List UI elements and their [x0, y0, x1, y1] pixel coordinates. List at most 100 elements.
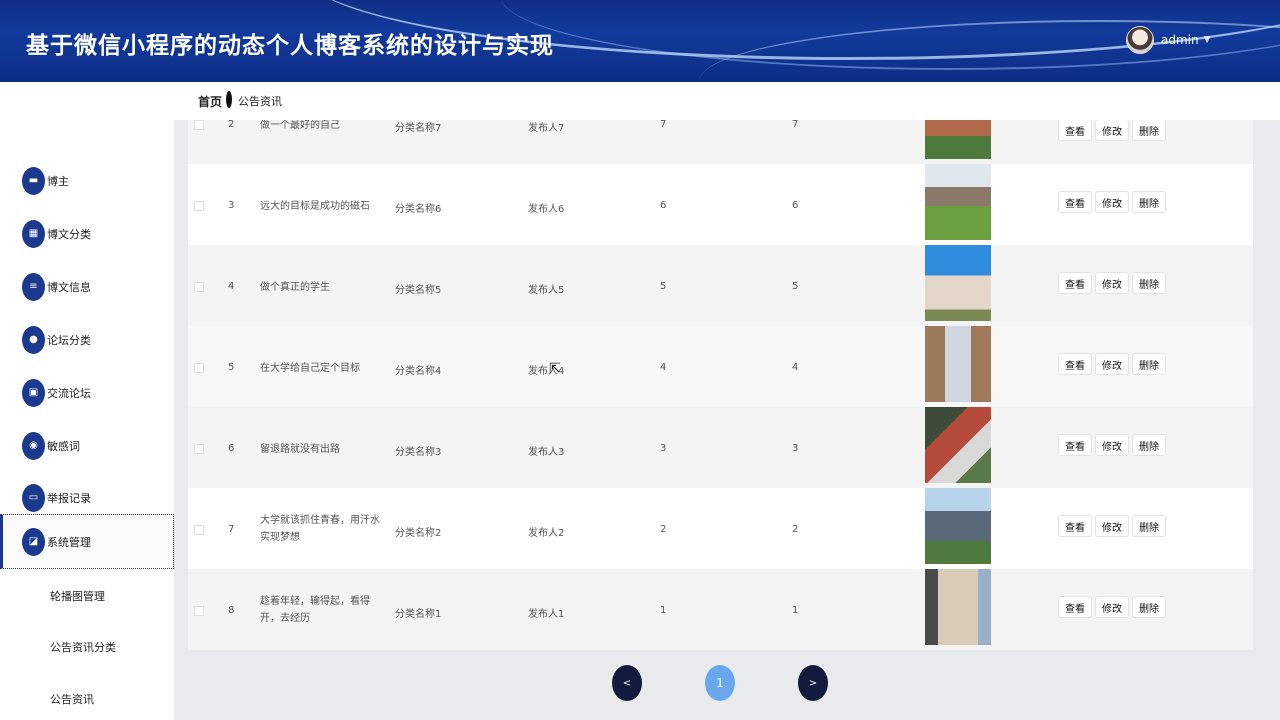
sidebar-item-label: 系统管理 [47, 535, 91, 549]
edit-button[interactable]: 修改 [1095, 272, 1129, 294]
sidebar-item-system-management[interactable]: ◪ 系统管理 [0, 514, 174, 569]
sidebar-item-blog-info[interactable]: ≡ 博文信息 [0, 260, 174, 313]
user-menu[interactable]: admin ▼ [1126, 26, 1211, 54]
bulb-icon: ● [22, 325, 45, 354]
row-value: 4 [660, 362, 667, 373]
view-button[interactable]: 查看 [1058, 596, 1092, 618]
row-checkbox[interactable] [194, 120, 204, 130]
delete-button[interactable]: 删除 [1132, 191, 1166, 213]
view-button[interactable]: 查看 [1058, 191, 1092, 213]
delete-button[interactable]: 删除 [1132, 353, 1166, 375]
row-value: 3 [792, 443, 799, 454]
delete-button[interactable]: 删除 [1132, 272, 1166, 294]
row-value: 5 [792, 281, 799, 292]
row-category: 分类名称6 [395, 204, 442, 215]
delete-button[interactable]: 删除 [1132, 596, 1166, 618]
row-title: 趁着年轻，输得起，看得开，去经历 [260, 596, 370, 624]
sidebar-subitem-notice[interactable]: 公告资讯 [50, 691, 94, 707]
table-row: 5 在大学给自己定个目标 分类名称4 发布人4 4 4 查看 修改 删除 [188, 326, 1253, 407]
row-index: 3 [228, 200, 235, 211]
sidebar-item-forum[interactable]: ▣ 交流论坛 [0, 366, 174, 419]
row-value: 6 [792, 200, 799, 211]
row-checkbox[interactable] [194, 282, 204, 292]
top-header: 基于微信小程序的动态个人博客系统的设计与实现 admin ▼ [0, 0, 1280, 82]
row-value: 7 [660, 120, 667, 130]
row-checkbox[interactable] [194, 606, 204, 616]
list-icon: ≡ [22, 272, 45, 301]
view-button[interactable]: 查看 [1058, 272, 1092, 294]
view-button[interactable]: 查看 [1058, 353, 1092, 375]
prev-page-button[interactable]: < [612, 665, 642, 701]
table-row: 2 做一个最好的自己 分类名称7 发布人7 7 7 查看 修改 删除 [188, 120, 1253, 164]
edit-button[interactable]: 修改 [1095, 596, 1129, 618]
table-row: 4 做个真正的学生 分类名称5 发布人5 5 5 查看 修改 删除 [188, 245, 1253, 326]
table-row: 8 趁着年轻，输得起，看得开，去经历 分类名称1 发布人1 1 1 查看 修改 … [188, 569, 1253, 650]
sidebar-item-blog-category[interactable]: ▦ 博文分类 [0, 207, 174, 260]
row-value: 1 [792, 605, 799, 616]
view-button[interactable]: 查看 [1058, 515, 1092, 537]
edit-button[interactable]: 修改 [1095, 120, 1129, 141]
row-index: 6 [228, 443, 235, 454]
app-title: 基于微信小程序的动态个人博客系统的设计与实现 [26, 33, 554, 59]
row-title: 留退路就没有出路 [260, 444, 340, 455]
row-thumbnail [925, 488, 991, 564]
sidebar-item-blogger[interactable]: ▬ 博主 [0, 154, 174, 207]
row-value: 2 [660, 524, 667, 535]
row-thumbnail [925, 164, 991, 240]
table-row: 7 大学就该抓住青春，用汗水实现梦想 分类名称2 发布人2 2 2 查看 修改 … [188, 488, 1253, 569]
row-index: 4 [228, 281, 235, 292]
row-value: 3 [660, 443, 667, 454]
row-thumbnail [925, 245, 991, 321]
delete-button[interactable]: 删除 [1132, 120, 1166, 141]
sidebar-item-label: 论坛分类 [47, 333, 91, 347]
next-page-button[interactable]: > [798, 665, 828, 701]
row-title: 在大学给自己定个目标 [260, 363, 360, 374]
row-publisher: 发布人7 [528, 123, 565, 134]
page-button-current[interactable]: 1 [705, 665, 735, 701]
row-value: 1 [660, 605, 667, 616]
avatar[interactable] [1126, 26, 1154, 54]
sidebar-item-sensitive-words[interactable]: ◉ 敏感词 [0, 419, 174, 472]
row-value: 2 [792, 524, 799, 535]
breadcrumb: 首页 公告资讯 [174, 82, 1280, 120]
breadcrumb-home[interactable]: 首页 [198, 93, 222, 110]
row-index: 2 [228, 120, 235, 130]
row-value: 5 [660, 281, 667, 292]
edit-button[interactable]: 修改 [1095, 515, 1129, 537]
row-checkbox[interactable] [194, 444, 204, 454]
monitor-icon: ▭ [22, 483, 45, 512]
row-title: 远大的目标是成功的磁石 [260, 201, 370, 212]
edit-button[interactable]: 修改 [1095, 353, 1129, 375]
chat-icon: ▬ [22, 166, 45, 195]
row-category: 分类名称5 [395, 285, 442, 296]
sidebar-item-forum-category[interactable]: ● 论坛分类 [0, 313, 174, 366]
table-row: 3 远大的目标是成功的磁石 分类名称6 发布人6 6 6 查看 修改 删除 [188, 164, 1253, 245]
row-index: 7 [228, 524, 235, 535]
sidebar-item-label: 举报记录 [47, 491, 91, 505]
edit-button[interactable]: 修改 [1095, 434, 1129, 456]
row-publisher: 发布人3 [528, 447, 565, 458]
clipboard-icon: ▣ [22, 378, 45, 407]
sidebar-item-label: 博文信息 [47, 280, 91, 294]
sidebar-item-label: 交流论坛 [47, 386, 91, 400]
sidebar-subitem-carousel[interactable]: 轮播图管理 [50, 588, 105, 604]
sidebar-subitem-notice-category[interactable]: 公告资讯分类 [50, 639, 116, 655]
sidebar-item-label: 博文分类 [47, 227, 91, 241]
row-publisher: 发布人2 [528, 528, 565, 539]
row-title: 做个真正的学生 [260, 282, 330, 293]
row-category: 分类名称7 [395, 123, 442, 134]
username[interactable]: admin [1161, 33, 1199, 47]
delete-button[interactable]: 删除 [1132, 434, 1166, 456]
row-checkbox[interactable] [194, 363, 204, 373]
sidebar-item-label: 敏感词 [47, 439, 80, 453]
chevron-down-icon[interactable]: ▼ [1204, 35, 1211, 45]
row-value: 6 [660, 200, 667, 211]
row-publisher: 发布人1 [528, 609, 565, 620]
view-button[interactable]: 查看 [1058, 434, 1092, 456]
row-category: 分类名称4 [395, 366, 442, 377]
delete-button[interactable]: 删除 [1132, 515, 1166, 537]
row-checkbox[interactable] [194, 201, 204, 211]
view-button[interactable]: 查看 [1058, 120, 1092, 141]
edit-button[interactable]: 修改 [1095, 191, 1129, 213]
row-checkbox[interactable] [194, 525, 204, 535]
